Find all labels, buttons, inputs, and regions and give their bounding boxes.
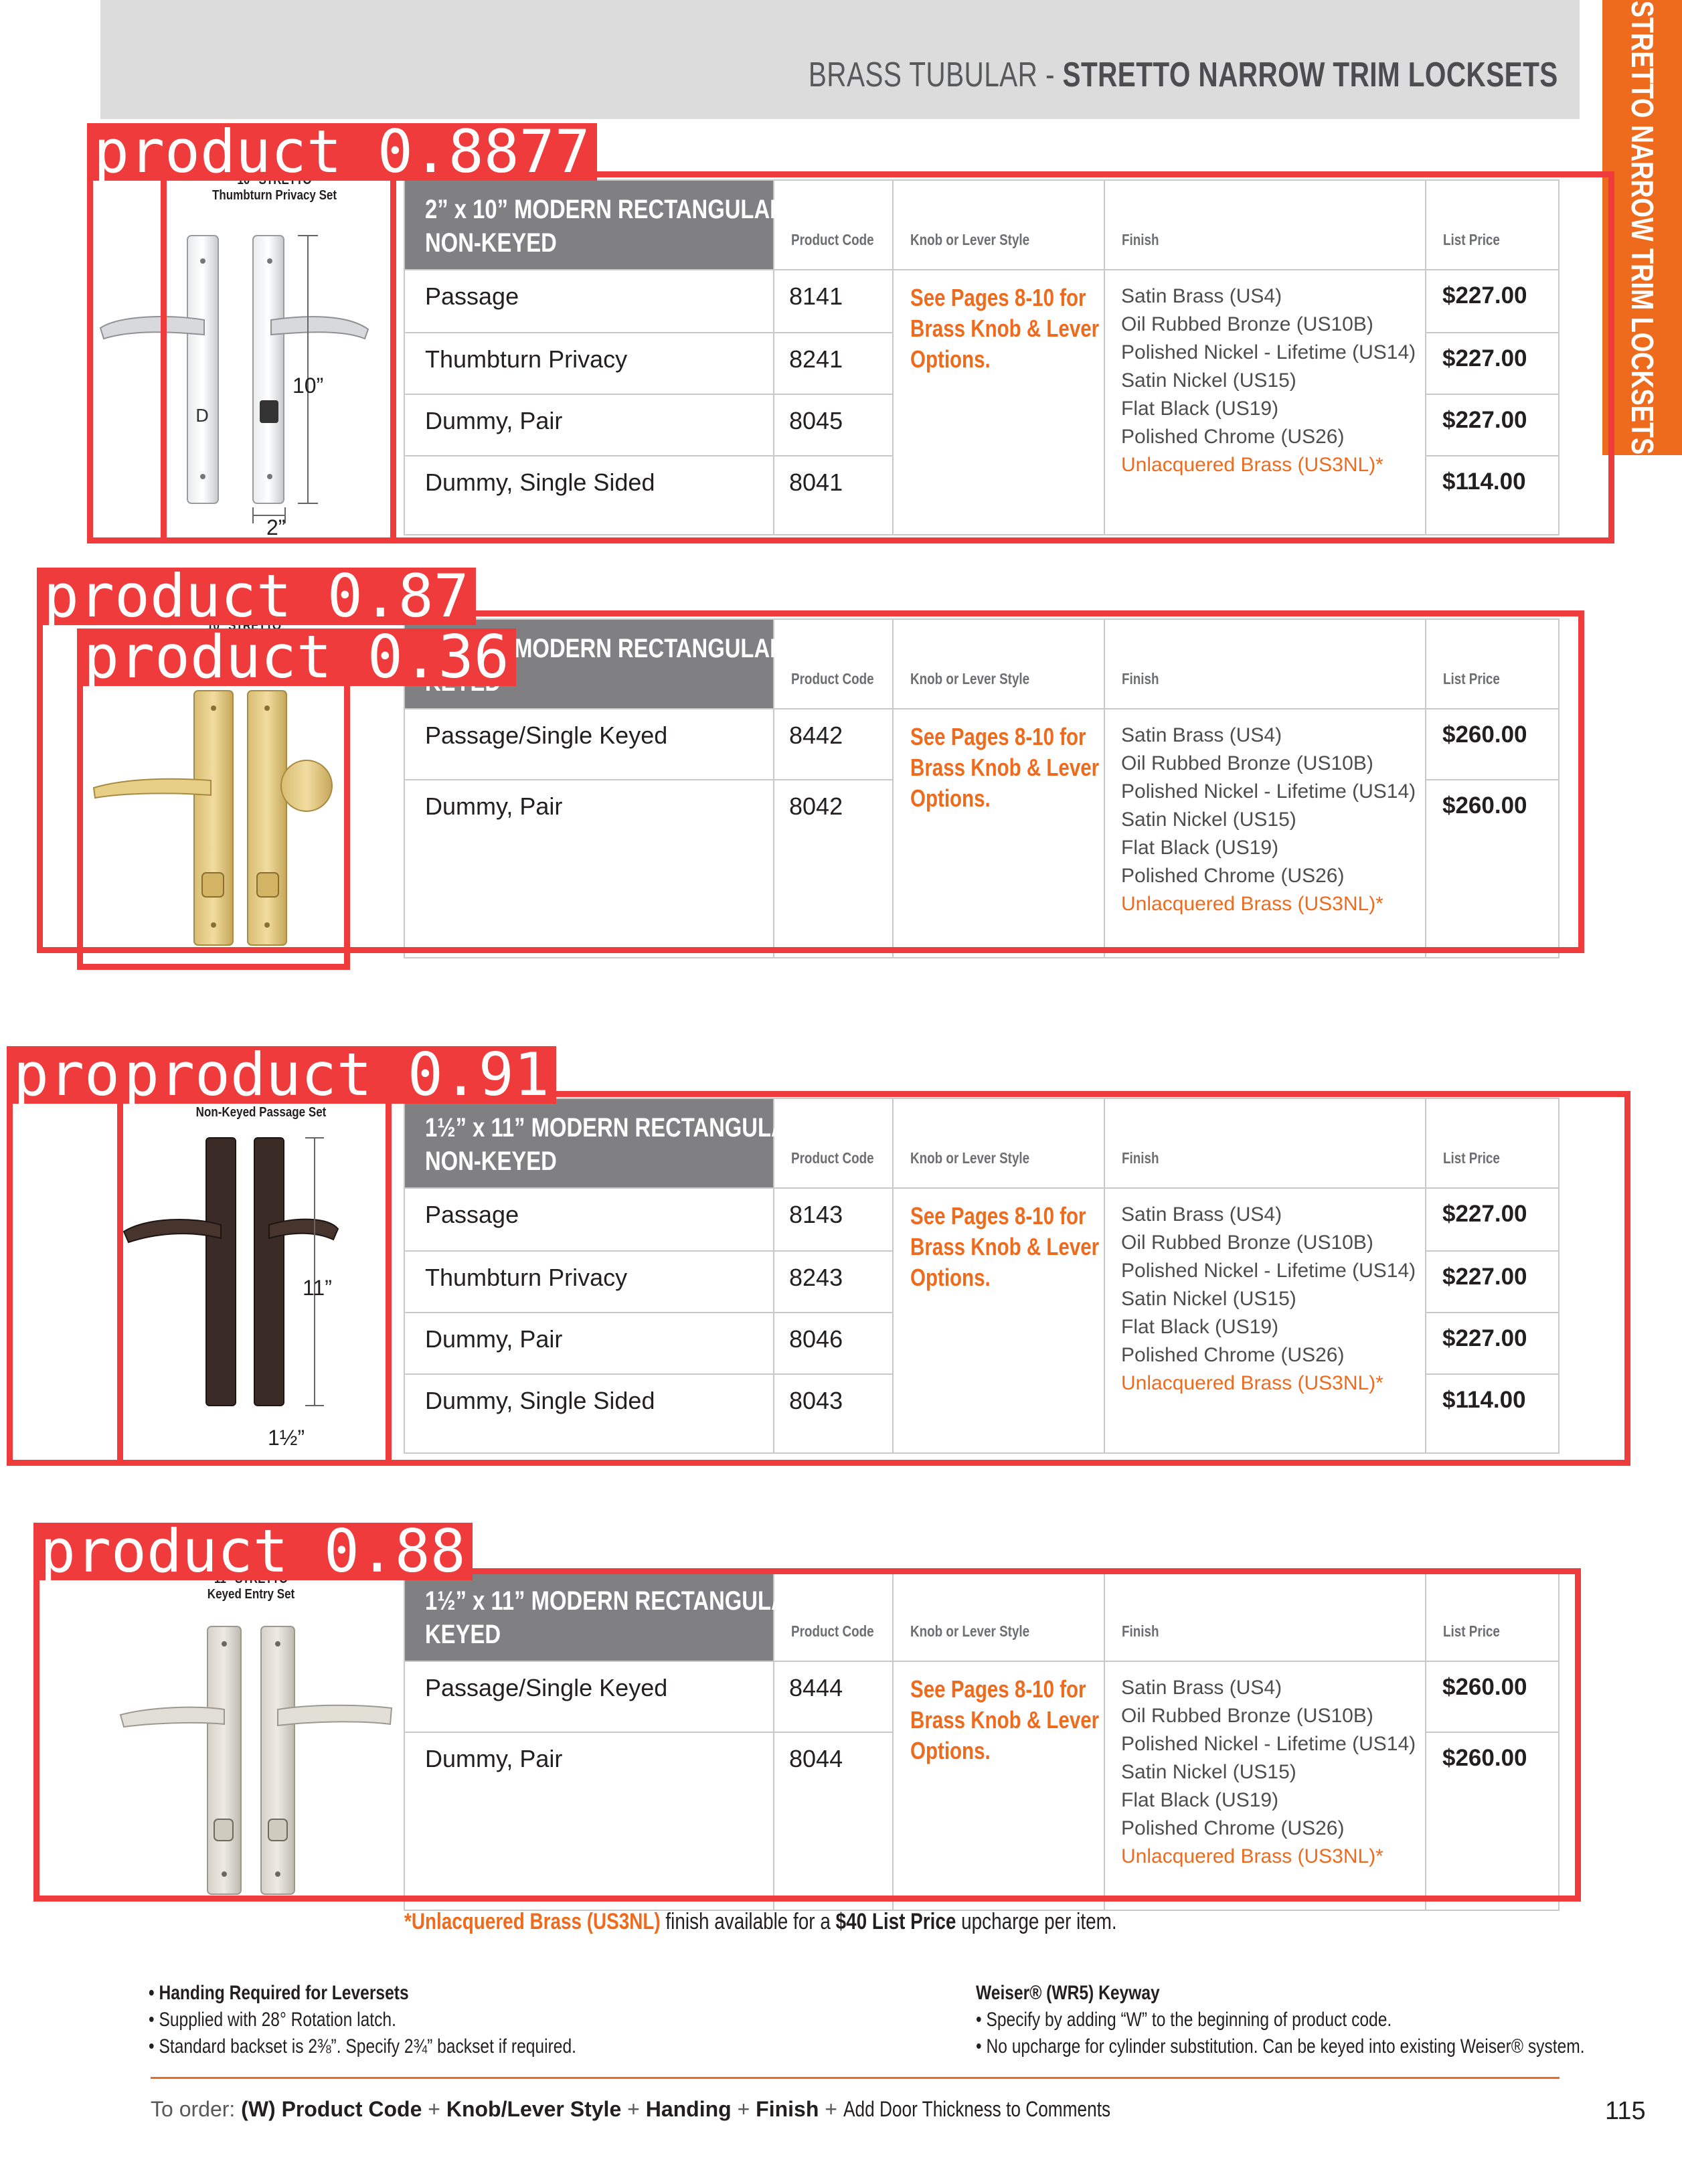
upcharge-note: *Unlacquered Brass (US3NL) finish availa…	[404, 1909, 1117, 1934]
page-title: BRASS TUBULAR - STRETTO NARROW TRIM LOCK…	[809, 56, 1558, 94]
detection-label: product 0.8877	[87, 122, 597, 181]
divider	[151, 2077, 1560, 2079]
detection-box	[77, 674, 350, 970]
page-number: 115	[1605, 2097, 1646, 2125]
side-tab-label: STRETTO NARROW TRIM LOCKSETS	[1624, 0, 1660, 455]
detection-label: product 0.88	[33, 1522, 473, 1581]
detection-label: product 0.91	[117, 1045, 556, 1104]
detection-box	[161, 171, 396, 543]
detection-box	[117, 1091, 392, 1466]
keyway-notes: Weiser® (WR5) Keyway • Specify by adding…	[976, 1982, 1585, 2057]
order-instructions: To order: (W) Product Code + Knob/Lever …	[151, 2097, 1110, 2121]
detection-box	[33, 1568, 1581, 1902]
detection-label: product 0.36	[77, 628, 516, 687]
detection-label: product 0.87	[37, 567, 476, 626]
detection-label-clipped: product	[7, 1046, 120, 1104]
handing-notes: • Handing Required for Leversets • Suppl…	[149, 1982, 576, 2057]
